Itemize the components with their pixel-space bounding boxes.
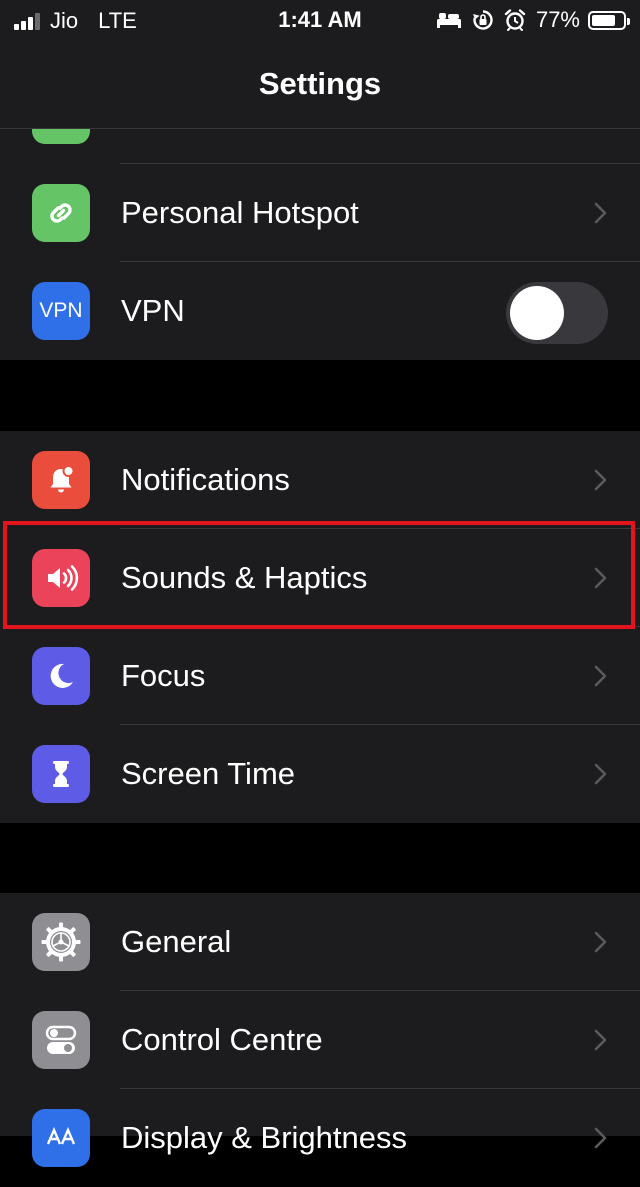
status-right: 77% (426, 7, 630, 33)
settings-group-alerts: Notifications Sounds & Haptics Focus Scr… (0, 431, 640, 823)
display-icon (32, 1109, 90, 1167)
battery-percentage: 77% (535, 7, 580, 32)
list-item-focus[interactable]: Focus (0, 627, 640, 725)
list-item-vpn[interactable]: VPN VPN (0, 262, 640, 360)
page-title: Settings (258, 66, 382, 101)
list-item-sounds-haptics[interactable]: Sounds & Haptics (0, 529, 640, 627)
list-item-control-centre[interactable]: Control Centre (0, 991, 640, 1089)
gear-icon (32, 913, 90, 971)
list-item-label: Focus (121, 658, 206, 693)
moon-icon (32, 647, 90, 705)
alarm-icon (504, 9, 526, 31)
list-item-label: Display & Brightness (121, 1120, 408, 1155)
list-item-label: Control Centre (121, 1022, 323, 1057)
list-item-general[interactable]: General (0, 893, 640, 991)
chevron-right-icon (594, 931, 607, 953)
hourglass-icon (32, 745, 90, 803)
notifications-icon (32, 451, 90, 509)
chevron-right-icon (594, 469, 607, 491)
vpn-toggle[interactable] (506, 282, 608, 344)
speaker-icon (32, 549, 90, 607)
chevron-right-icon (594, 202, 607, 224)
list-item-display-brightness[interactable]: Display & Brightness (0, 1089, 640, 1187)
settings-group-general: General Control Centre Display & Brightn… (0, 893, 640, 1167)
list-item-label: Sounds & Haptics (121, 560, 368, 595)
navigation-header: Jio LTE 1:41 AM 77% Settings (0, 0, 640, 129)
switches-icon (32, 1011, 90, 1069)
chevron-right-icon (594, 665, 607, 687)
status-bar: Jio LTE 1:41 AM 77% (0, 0, 640, 40)
bed-icon (436, 11, 462, 29)
orientation-lock-icon (472, 9, 494, 31)
list-item-label: General (121, 924, 232, 959)
list-item-label: Screen Time (121, 756, 296, 791)
chevron-right-icon (594, 1029, 607, 1051)
battery-icon (588, 10, 630, 30)
list-item-personal-hotspot[interactable]: Personal Hotspot (0, 164, 640, 262)
list-item-screen-time[interactable]: Screen Time (0, 725, 640, 823)
vpn-icon: VPN (32, 282, 90, 340)
list-item-label: Personal Hotspot (121, 195, 359, 230)
chevron-right-icon (594, 567, 607, 589)
hotspot-icon (32, 184, 90, 242)
list-item-label: VPN (121, 293, 185, 328)
chevron-right-icon (594, 763, 607, 785)
chevron-right-icon (594, 1127, 607, 1149)
list-item-label: Notifications (121, 462, 290, 497)
toggle-knob (510, 286, 564, 340)
list-item-notifications[interactable]: Notifications (0, 431, 640, 529)
